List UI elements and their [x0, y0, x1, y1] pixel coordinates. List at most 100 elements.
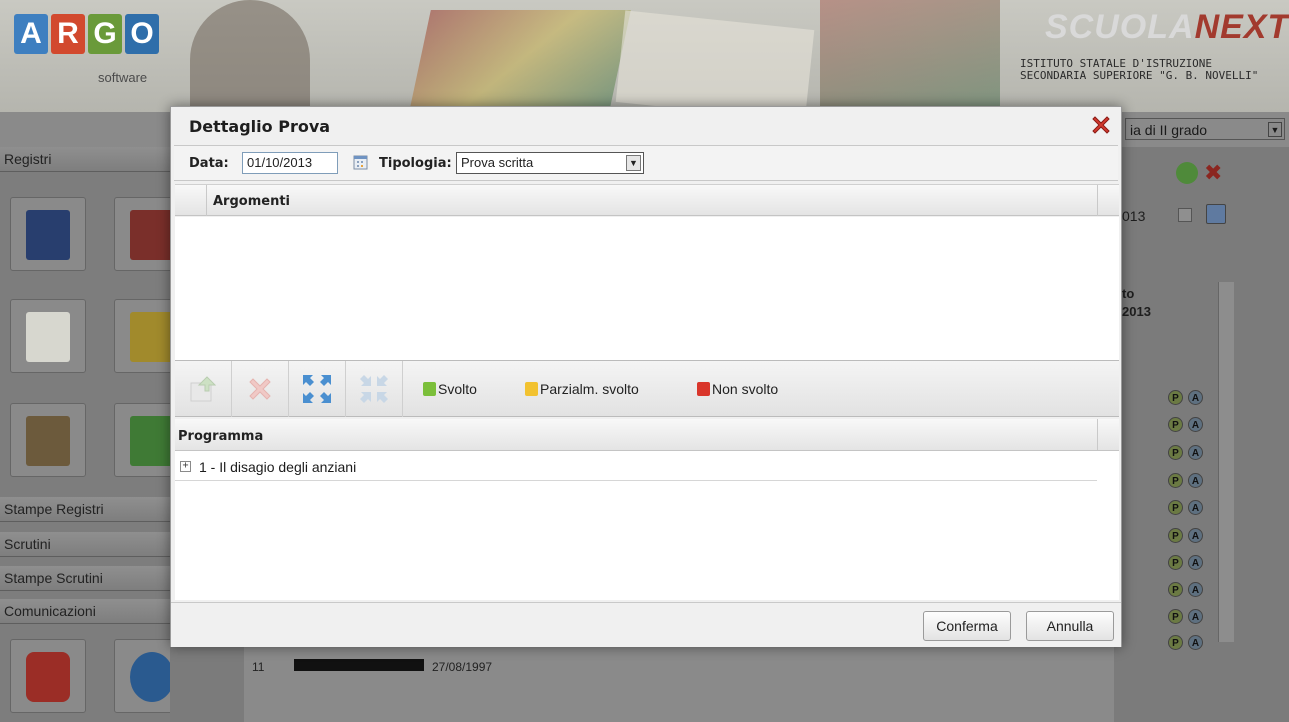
sidebar-item-stampe-scrutini[interactable]: Stampe Scrutini — [0, 566, 170, 591]
calendar-icon[interactable] — [353, 155, 368, 170]
legend-non-svolto-label: Non svolto — [712, 381, 779, 397]
assente-badge[interactable]: A — [1188, 555, 1203, 570]
assente-badge[interactable]: A — [1188, 528, 1203, 543]
collapse-icon — [360, 375, 388, 403]
header-cell — [1097, 185, 1119, 216]
data-label: Data: — [189, 156, 229, 171]
expand-all-button[interactable] — [289, 361, 346, 417]
tipologia-value: Prova scritta — [461, 155, 534, 170]
fast-forward-icon[interactable] — [1206, 204, 1226, 224]
assente-badge[interactable]: A — [1188, 390, 1203, 405]
column-header-partial: to — [1122, 286, 1135, 301]
assente-badge[interactable]: A — [1188, 473, 1203, 488]
partial-date: 013 — [1122, 208, 1146, 224]
collapse-all-button[interactable] — [346, 361, 403, 417]
chart-report-icon[interactable] — [10, 403, 86, 477]
registro-icon[interactable] — [10, 197, 86, 271]
tree-item[interactable]: + 1 - Il disagio degli anziani — [175, 451, 1097, 481]
banner-art — [820, 0, 1000, 112]
brand-scuola: SCUOLA — [1045, 8, 1195, 46]
legend-parzialmente: Parzialm. svolto — [525, 381, 639, 397]
dialog-title: Dettaglio Prova — [189, 117, 331, 136]
conferma-button[interactable]: Conferma — [923, 611, 1011, 641]
row-birthdate: 27/08/1997 — [432, 660, 493, 674]
tipologia-select[interactable]: Prova scritta ▼ — [456, 152, 644, 174]
logo-tile: G — [88, 14, 122, 54]
app-banner: A R G O software SCUOLANEXT ISTITUTO STA… — [0, 0, 1289, 112]
tipologia-label: Tipologia: — [379, 156, 452, 171]
assente-badge[interactable]: A — [1188, 417, 1203, 432]
header-cell — [1097, 419, 1119, 450]
delete-argument-button[interactable] — [232, 361, 289, 417]
argomenti-header-label: Argomenti — [213, 194, 290, 209]
tree-item-label[interactable]: 1 - Il disagio degli anziani — [199, 459, 356, 475]
close-icon[interactable] — [1089, 113, 1113, 137]
logo-tile: R — [51, 14, 85, 54]
arrow-up-icon[interactable] — [1176, 162, 1198, 184]
filter-bar: Data: 01/10/2013 Tipologia: Prova scritt… — [174, 145, 1118, 181]
presente-badge[interactable]: P — [1168, 390, 1183, 405]
add-icon — [190, 376, 217, 402]
presente-badge[interactable]: P — [1168, 473, 1183, 488]
school-name: ISTITUTO STATALE D'ISTRUZIONE SECONDARIA… — [1020, 57, 1259, 82]
presente-badge[interactable]: P — [1168, 582, 1183, 597]
legend-svolto-label: Svolto — [438, 381, 477, 397]
chevron-down-icon[interactable]: ▼ — [1268, 122, 1282, 137]
legend-non-svolto: Non svolto — [697, 381, 778, 397]
expand-plus-icon[interactable]: + — [180, 461, 191, 472]
vertical-scrollbar[interactable] — [1218, 282, 1234, 642]
sidebar-item-stampe-registri[interactable]: Stampe Registri — [0, 497, 170, 522]
date-field[interactable]: 01/10/2013 — [242, 152, 338, 174]
assente-badge[interactable]: A — [1188, 609, 1203, 624]
logo-tile: A — [14, 14, 48, 54]
presente-badge[interactable]: P — [1168, 528, 1183, 543]
logo-tile: O — [125, 14, 159, 54]
legend-parzialmente-label: Parzialm. svolto — [540, 381, 639, 397]
left-sidebar: Registri Stampe Registri Scrutini Stampe… — [0, 147, 190, 722]
programma-toolbar: Svolto Parzialm. svolto Non svolto — [175, 360, 1119, 417]
banner-art — [409, 10, 631, 112]
close-icon[interactable]: ✖ — [1204, 162, 1222, 184]
sidebar-item-comunicazioni[interactable]: Comunicazioni — [0, 599, 170, 624]
calendar-icon[interactable] — [1178, 208, 1192, 222]
green-cube-icon — [423, 382, 436, 396]
grado-select[interactable]: ia di II grado ▼ — [1125, 118, 1285, 140]
assente-badge[interactable]: A — [1188, 635, 1203, 650]
chevron-down-icon[interactable]: ▼ — [626, 155, 641, 171]
presente-badge[interactable]: P — [1168, 417, 1183, 432]
yellow-cube-icon — [525, 382, 538, 396]
brand-logo: SCUOLANEXT — [1045, 8, 1289, 47]
sidebar-item-scrutini[interactable]: Scrutini — [0, 532, 170, 557]
expand-icon — [303, 375, 331, 403]
argo-logo: A R G O — [14, 14, 159, 54]
presente-badge[interactable]: P — [1168, 555, 1183, 570]
argomenti-list[interactable] — [175, 217, 1119, 360]
presente-badge[interactable]: P — [1168, 500, 1183, 515]
grado-value: ia di II grado — [1130, 122, 1208, 138]
presente-badge[interactable]: P — [1168, 609, 1183, 624]
dettaglio-prova-dialog: Dettaglio Prova Data: 01/10/2013 Tipolog… — [170, 106, 1122, 647]
power-icon[interactable] — [10, 639, 86, 713]
row-number: 11 — [252, 660, 265, 674]
brand-next: NEXT — [1194, 8, 1289, 46]
banner-art — [190, 0, 310, 112]
dialog-footer: Conferma Annulla — [171, 602, 1121, 647]
argomenti-header: Argomenti — [175, 184, 1119, 216]
redacted-name — [294, 659, 424, 671]
presente-badge[interactable]: P — [1168, 635, 1183, 650]
assente-badge[interactable]: A — [1188, 500, 1203, 515]
add-argument-button[interactable] — [175, 361, 232, 417]
presente-badge[interactable]: P — [1168, 445, 1183, 460]
legend-svolto: Svolto — [423, 381, 477, 397]
programma-header-label: Programma — [178, 429, 264, 444]
assente-badge[interactable]: A — [1188, 582, 1203, 597]
programma-header: Programma — [175, 419, 1119, 451]
column-header-partial: 2013 — [1122, 304, 1151, 319]
calendar-icon[interactable] — [10, 299, 86, 373]
programma-tree: + 1 - Il disagio degli anziani — [175, 451, 1119, 600]
assente-badge[interactable]: A — [1188, 445, 1203, 460]
sidebar-section-registri[interactable]: Registri — [0, 147, 170, 172]
annulla-button[interactable]: Annulla — [1026, 611, 1114, 641]
background-register-grid: ✖ 013 to 2013 P A P A P A P A P A P A P … — [1120, 150, 1240, 670]
red-cube-icon — [697, 382, 710, 396]
